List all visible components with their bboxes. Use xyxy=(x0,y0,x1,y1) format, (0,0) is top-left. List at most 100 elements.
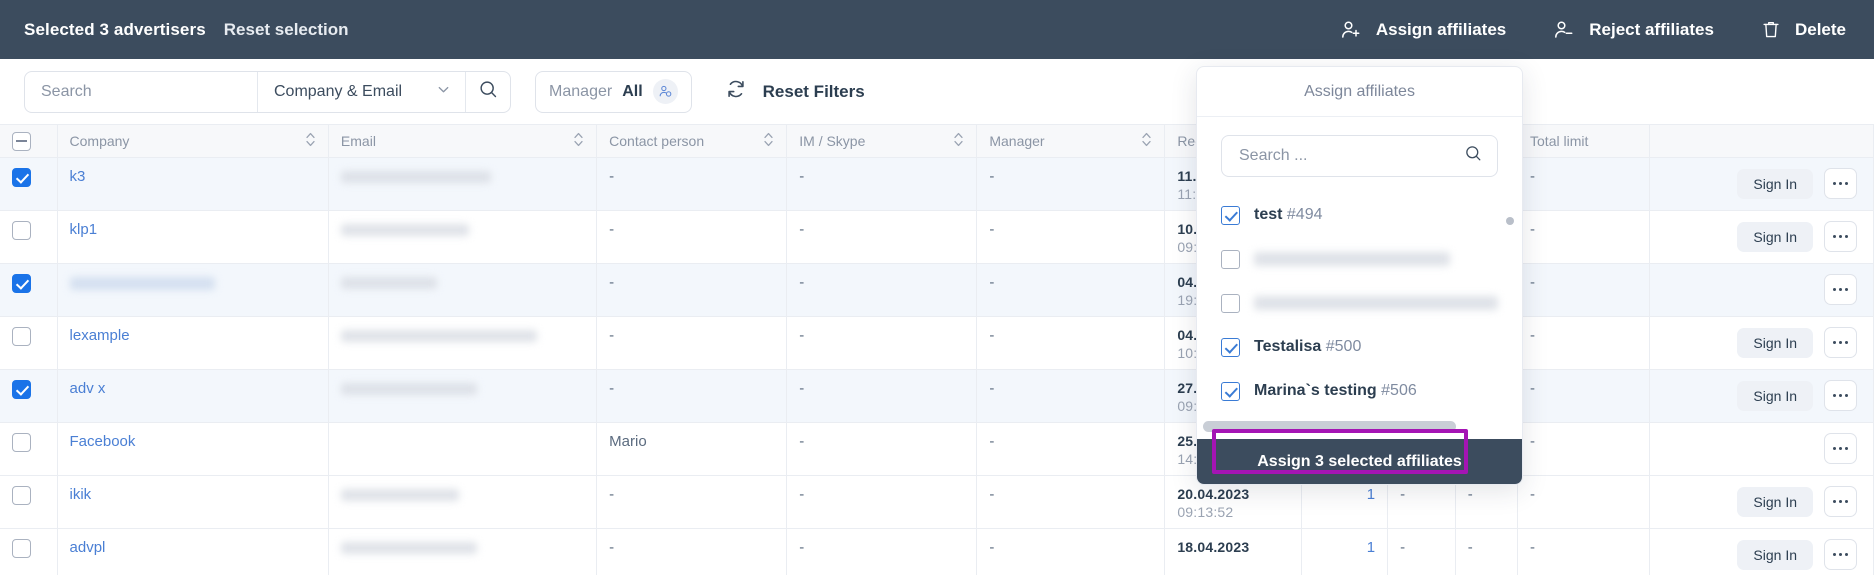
sign-in-button[interactable]: Sign In xyxy=(1737,486,1813,517)
row-menu-button[interactable] xyxy=(1824,539,1857,570)
row-checkbox[interactable] xyxy=(12,327,31,346)
row-select-cell[interactable] xyxy=(0,263,58,317)
cell-contact-person: - xyxy=(596,157,788,211)
row-select-cell[interactable] xyxy=(0,210,58,264)
sign-in-button[interactable]: Sign In xyxy=(1737,539,1813,570)
assign-selected-affiliates-button[interactable]: Assign 3 selected affiliates xyxy=(1197,439,1522,484)
cell-email xyxy=(328,263,598,317)
company-link[interactable]: ikik xyxy=(70,486,92,503)
sign-in-button[interactable]: Sign In xyxy=(1737,221,1813,252)
header-email[interactable]: Email xyxy=(328,124,598,158)
row-menu-button[interactable] xyxy=(1824,433,1857,464)
table-row[interactable]: lexample---04.05.202310:43:42-Sign In xyxy=(0,316,1874,370)
table-row[interactable]: FacebookMario--25.04.202314:40:03- xyxy=(0,422,1874,476)
sign-in-button[interactable]: Sign In xyxy=(1737,380,1813,411)
manager-filter[interactable]: Manager All xyxy=(535,70,692,113)
cell-actions: Sign In xyxy=(1649,316,1874,370)
row-checkbox[interactable] xyxy=(12,274,31,293)
row-menu-button[interactable] xyxy=(1824,274,1857,305)
cell-total-limit: - xyxy=(1517,210,1651,264)
table-row[interactable]: k3---11.05.202311:09:51-Sign In xyxy=(0,157,1874,211)
redacted-email xyxy=(340,330,537,343)
cell-contact-person: - xyxy=(596,316,788,370)
extra-1-link[interactable]: 1 xyxy=(1314,539,1375,556)
company-link[interactable]: k3 xyxy=(70,168,86,185)
row-select-cell[interactable] xyxy=(0,369,58,423)
affiliate-checkbox[interactable] xyxy=(1221,293,1240,313)
sort-icon[interactable] xyxy=(953,131,964,151)
scroll-indicator[interactable] xyxy=(1506,217,1514,225)
row-checkbox[interactable] xyxy=(12,433,31,452)
delete-button[interactable]: Delete xyxy=(1760,18,1846,41)
row-menu-button[interactable] xyxy=(1824,486,1857,517)
affiliate-checkbox[interactable] xyxy=(1221,249,1240,269)
reset-selection-button[interactable]: Reset selection xyxy=(224,20,349,40)
assign-affiliates-button[interactable]: Assign affiliates xyxy=(1339,18,1506,42)
table-row[interactable]: ikik - - -20.04.2023 09:13:52 1- - - Sign In xyxy=(0,475,1874,529)
select-all-checkbox[interactable] xyxy=(12,131,31,151)
row-select-cell[interactable] xyxy=(0,422,58,476)
affiliate-list-item[interactable]: Marina`s testing #506 xyxy=(1221,369,1498,413)
affiliate-checkbox[interactable] xyxy=(1221,381,1240,401)
search-input[interactable] xyxy=(25,71,257,112)
affiliate-list-item[interactable]: test #494 xyxy=(1221,193,1498,237)
row-checkbox[interactable] xyxy=(12,221,31,240)
header-company-label: Company xyxy=(69,133,130,149)
sort-icon[interactable] xyxy=(305,131,316,151)
cell-actions: Sign In xyxy=(1649,528,1874,575)
sign-in-button[interactable]: Sign In xyxy=(1737,168,1813,199)
search-submit-button[interactable] xyxy=(466,72,510,112)
row-select-cell[interactable] xyxy=(0,157,58,211)
affiliate-search-input[interactable] xyxy=(1239,147,1456,165)
row-select-cell[interactable] xyxy=(0,316,58,370)
affiliate-checkbox[interactable] xyxy=(1221,337,1240,357)
affiliate-list-item[interactable] xyxy=(1221,281,1498,325)
affiliate-list-item[interactable]: Testalisa #500 xyxy=(1221,325,1498,369)
select-all-header xyxy=(0,124,58,158)
header-manager[interactable]: Manager xyxy=(976,124,1166,158)
table-row[interactable]: klp1---10.05.202309:41:54-Sign In xyxy=(0,210,1874,264)
manager-filter-label: Manager xyxy=(549,82,613,100)
sort-icon[interactable] xyxy=(763,131,774,151)
search-field-select[interactable]: Company & Email xyxy=(258,72,465,112)
affiliate-checkbox[interactable] xyxy=(1221,205,1240,225)
cell-manager: - xyxy=(976,369,1166,423)
row-menu-button[interactable] xyxy=(1824,380,1857,411)
row-checkbox[interactable] xyxy=(12,486,31,505)
assign-affiliates-dropdown: Assign affiliates test #494 Testalisa #50… xyxy=(1196,66,1523,485)
cell-total-limit: - xyxy=(1517,422,1651,476)
reset-filters-button[interactable]: Reset Filters xyxy=(724,77,865,106)
table-row[interactable]: ---04.05.202319:55:19- xyxy=(0,263,1874,317)
reject-affiliates-button[interactable]: Reject affiliates xyxy=(1552,18,1714,42)
sort-icon[interactable] xyxy=(1141,131,1152,151)
company-link[interactable]: klp1 xyxy=(70,221,98,238)
row-checkbox[interactable] xyxy=(12,380,31,399)
cell-company: k3 xyxy=(57,157,329,211)
company-link[interactable]: advpl xyxy=(70,539,106,556)
header-total-limit[interactable]: Total limit xyxy=(1517,124,1651,158)
row-menu-button[interactable] xyxy=(1824,221,1857,252)
cell-manager: - xyxy=(976,528,1166,575)
company-link[interactable]: lexample xyxy=(70,327,130,344)
sort-icon[interactable] xyxy=(573,131,584,151)
extra-1-link[interactable]: 1 xyxy=(1314,486,1375,503)
header-company[interactable]: Company xyxy=(57,124,329,158)
header-im-skype[interactable]: IM / Skype xyxy=(786,124,978,158)
header-contact-person[interactable]: Contact person xyxy=(596,124,788,158)
row-checkbox[interactable] xyxy=(12,539,31,558)
row-menu-button[interactable] xyxy=(1824,168,1857,199)
table-row[interactable]: adv x---27.04.202309:35:53-Sign In xyxy=(0,369,1874,423)
affiliate-list-item[interactable] xyxy=(1221,237,1498,281)
sign-in-button[interactable]: Sign In xyxy=(1737,327,1813,358)
row-select-cell[interactable] xyxy=(0,528,58,575)
company-link[interactable]: adv x xyxy=(70,380,106,397)
company-link[interactable]: Facebook xyxy=(70,433,136,450)
table-row[interactable]: advpl - - -18.04.2023 1- - - Sign In xyxy=(0,528,1874,575)
affiliate-name: test #494 xyxy=(1254,206,1323,223)
cell-contact-person: - xyxy=(596,263,788,317)
row-checkbox[interactable] xyxy=(12,168,31,187)
advertisers-table: Company Email Contact person IM / Skype … xyxy=(0,124,1874,575)
row-menu-button[interactable] xyxy=(1824,327,1857,358)
row-select-cell[interactable] xyxy=(0,475,58,529)
search-icon xyxy=(1464,144,1483,168)
